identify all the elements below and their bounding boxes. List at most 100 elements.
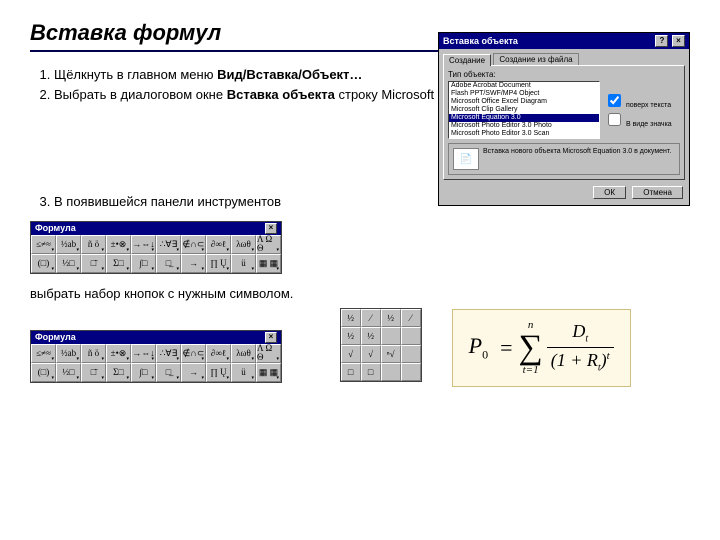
toolbar-button[interactable]: ñ ö▾: [81, 344, 106, 363]
toolbar-button[interactable]: ∂∞ℓ▾: [206, 344, 231, 363]
list-item[interactable]: Flash РРТ/SWF/MP4 Object: [449, 90, 599, 98]
numerator-var: D: [572, 321, 585, 341]
toolbar-button[interactable]: ∏ Ų▾: [206, 254, 231, 273]
cancel-button[interactable]: Отмена: [632, 186, 683, 199]
toolbar-button[interactable]: →⇔↓▾: [131, 235, 156, 254]
toolbar-button[interactable]: ∏ Ų▾: [206, 363, 231, 382]
toolbar-button[interactable]: Λ Ω Θ▾: [256, 235, 281, 254]
toolbar-button[interactable]: (□)▾: [31, 363, 56, 382]
toolbar-button[interactable]: Σ□▾: [106, 254, 131, 273]
toolbar-button[interactable]: □̄▾: [81, 363, 106, 382]
over-text-label: поверх текста: [626, 102, 671, 109]
sum-lower: t=1: [523, 365, 539, 376]
picker-cell[interactable]: ⁄: [401, 309, 421, 327]
toolbar-button[interactable]: ±•⊗▾: [106, 344, 131, 363]
toolbar-button[interactable]: □̲▾: [156, 363, 181, 382]
toolbar-button[interactable]: ▦ ▦▾: [256, 254, 281, 273]
object-type-label: Тип объекта:: [448, 70, 680, 79]
formula-lhs: P: [469, 333, 482, 358]
toolbar-button[interactable]: ≤≠≈▾: [31, 235, 56, 254]
den-var: R: [587, 350, 598, 370]
toolbar-button[interactable]: ½ab▾: [56, 344, 81, 363]
step-1-text: Щёлкнуть в главном меню: [54, 67, 217, 82]
as-icon-checkbox[interactable]: В виде значка: [604, 110, 680, 129]
toolbar-button[interactable]: ½□▾: [56, 254, 81, 273]
toolbar-button[interactable]: ▦ ▦▾: [256, 363, 281, 382]
numerator-sub: t: [585, 334, 588, 345]
list-item[interactable]: Microsoft Clip Gallery: [449, 106, 599, 114]
picker-cell[interactable]: [381, 363, 401, 381]
toolbar-title: Формула: [35, 332, 76, 342]
picker-cell[interactable]: [401, 345, 421, 363]
result-text: Вставка нового объекта Microsoft Equatio…: [483, 148, 671, 155]
object-type-listbox[interactable]: Adobe Acrobat Document Flash РРТ/SWF/MP4…: [448, 81, 600, 139]
step-4: выбрать набор кнопок с нужным символом.: [30, 286, 690, 301]
result-panel: 📄 Вставка нового объекта Microsoft Equat…: [448, 143, 680, 175]
tab-create-from-file[interactable]: Создание из файла: [493, 53, 578, 65]
close-icon[interactable]: ×: [672, 35, 685, 47]
list-item[interactable]: Microsoft Photo Editor 3.0 Photo: [449, 122, 599, 130]
toolbar-button[interactable]: →⇔↓▾: [131, 344, 156, 363]
toolbar-button[interactable]: →▾: [181, 254, 206, 273]
picker-cell[interactable]: ½: [341, 309, 361, 327]
formula-toolbar-2: Формула × ≤≠≈▾½ab▾ñ ö▾±•⊗▾→⇔↓▾∴∀∃▾∉∩⊂▾∂∞…: [30, 330, 282, 383]
help-icon[interactable]: ?: [655, 35, 668, 47]
dialog-titlebar[interactable]: Вставка объекта ? ×: [439, 33, 689, 49]
picker-cell[interactable]: ⁄: [361, 309, 381, 327]
toolbar-button[interactable]: ∴∀∃▾: [156, 344, 181, 363]
den-sup: t: [607, 350, 610, 362]
list-item[interactable]: Microsoft Photo Editor 3.0 Scan: [449, 130, 599, 138]
picker-cell[interactable]: [401, 363, 421, 381]
list-item-selected[interactable]: Microsoft Equation 3.0: [449, 114, 599, 122]
picker-cell[interactable]: ½: [361, 327, 381, 345]
list-item[interactable]: Adobe Acrobat Document: [449, 82, 599, 90]
toolbar-button[interactable]: λωθ▾: [231, 235, 256, 254]
toolbar-button[interactable]: ∫□▾: [131, 363, 156, 382]
formula-lhs-sub: 0: [482, 347, 488, 361]
formula-result: P0 = n ∑ t=1 Dt (1 + Rt)t: [452, 309, 631, 387]
toolbar-button[interactable]: ü▾: [231, 254, 256, 273]
tab-create[interactable]: Создание: [443, 54, 491, 66]
toolbar-button[interactable]: ∴∀∃▾: [156, 235, 181, 254]
picker-cell[interactable]: ½: [341, 327, 361, 345]
symbol-picker: ½⁄½⁄½½√√ⁿ√□□: [340, 308, 422, 382]
over-text-checkbox[interactable]: поверх текста: [604, 91, 680, 110]
picker-cell[interactable]: [381, 327, 401, 345]
toolbar-button[interactable]: (□)▾: [31, 254, 56, 273]
toolbar-button[interactable]: ∉∩⊂▾: [181, 344, 206, 363]
picker-cell[interactable]: [401, 327, 421, 345]
formula-toolbar-1: Формула × ≤≠≈▾½ab▾ñ ö▾±•⊗▾→⇔↓▾∴∀∃▾∉∩⊂▾∂∞…: [30, 221, 282, 274]
toolbar-button[interactable]: →▾: [181, 363, 206, 382]
list-item[interactable]: Microsoft Office Excel Diagram: [449, 98, 599, 106]
toolbar-button[interactable]: □̲▾: [156, 254, 181, 273]
picker-cell[interactable]: √: [341, 345, 361, 363]
dialog-title: Вставка объекта: [443, 36, 518, 46]
toolbar-button[interactable]: λωθ▾: [231, 344, 256, 363]
picker-cell[interactable]: □: [341, 363, 361, 381]
toolbar-button[interactable]: ½ab▾: [56, 235, 81, 254]
toolbar-button[interactable]: ∫□▾: [131, 254, 156, 273]
picker-cell[interactable]: √: [361, 345, 381, 363]
toolbar-title: Формула: [35, 223, 76, 233]
toolbar-button[interactable]: ü▾: [231, 363, 256, 382]
toolbar-button[interactable]: ñ ö▾: [81, 235, 106, 254]
toolbar-button[interactable]: ±•⊗▾: [106, 235, 131, 254]
toolbar-button[interactable]: Σ□▾: [106, 363, 131, 382]
toolbar-button[interactable]: Λ Ω Θ▾: [256, 344, 281, 363]
picker-cell[interactable]: ½: [381, 309, 401, 327]
toolbar-button[interactable]: □̄▾: [81, 254, 106, 273]
den-open: (1 +: [551, 350, 587, 370]
sigma-icon: ∑: [519, 331, 543, 365]
ok-button[interactable]: ОК: [593, 186, 626, 199]
toolbar-titlebar[interactable]: Формула ×: [31, 222, 281, 235]
toolbar-button[interactable]: ≤≠≈▾: [31, 344, 56, 363]
picker-cell[interactable]: ⁿ√: [381, 345, 401, 363]
close-icon[interactable]: ×: [265, 332, 277, 343]
result-icon: 📄: [453, 148, 479, 170]
close-icon[interactable]: ×: [265, 223, 277, 234]
toolbar-button[interactable]: ∂∞ℓ▾: [206, 235, 231, 254]
picker-cell[interactable]: □: [361, 363, 381, 381]
toolbar-titlebar[interactable]: Формула ×: [31, 331, 281, 344]
toolbar-button[interactable]: ½□▾: [56, 363, 81, 382]
toolbar-button[interactable]: ∉∩⊂▾: [181, 235, 206, 254]
